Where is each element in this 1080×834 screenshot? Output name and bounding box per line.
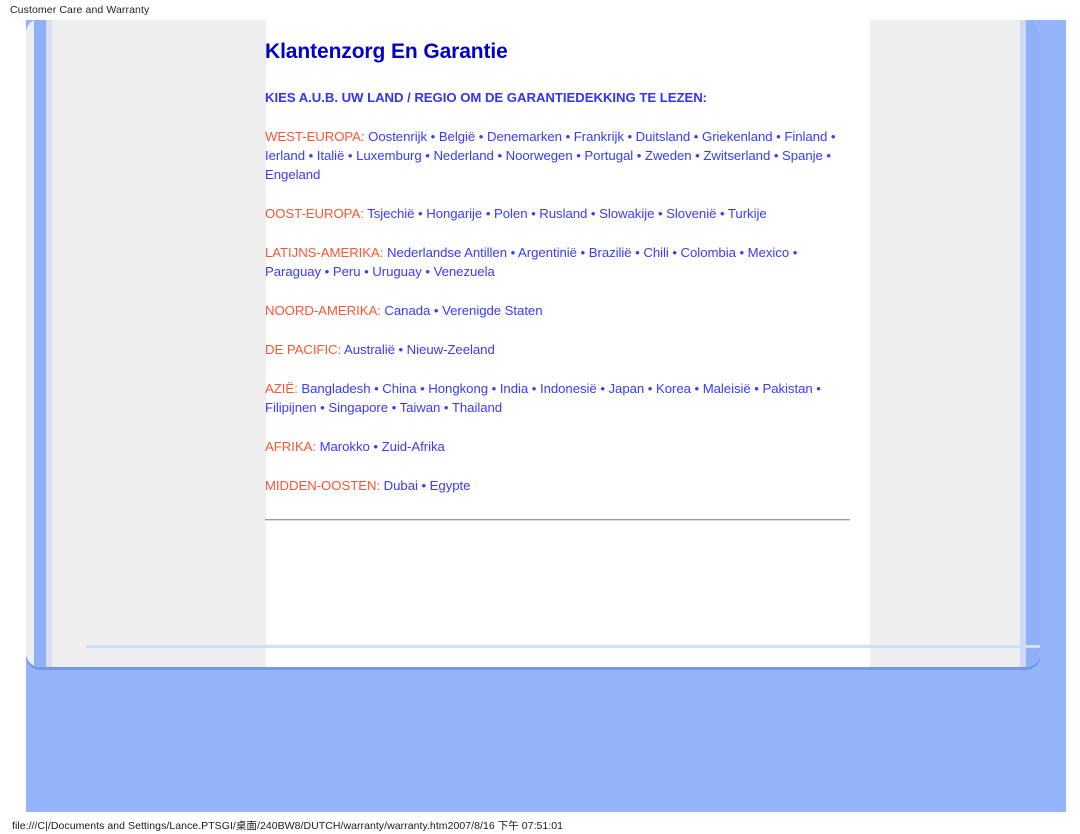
region-group-noord-amerika: NOORD-AMERIKA: Canada • Verenigde Staten [265, 301, 855, 320]
region-group-west-europa: WEST-EUROPA: Oostenrijk • België • Denem… [265, 127, 855, 184]
region-label: AZIË: [265, 381, 302, 397]
right-nav-column [870, 19, 1040, 667]
right-accent-stripe [1026, 19, 1040, 667]
region-label: WEST-EUROPA: [265, 129, 369, 145]
status-file-path: file:///C|/Documents and Settings/Lance.… [12, 820, 448, 832]
region-label: OOST-EUROPA: [265, 206, 368, 222]
region-label: NOORD-AMERIKA: [265, 303, 385, 319]
panel-footer-rule [86, 645, 1040, 648]
region-country-list[interactable]: Bangladesh • China • Hongkong • India • … [265, 381, 821, 415]
region-country-list[interactable]: Marokko • Zuid-Afrika [320, 439, 445, 454]
left-nav-column [26, 19, 266, 667]
region-label: DE PACIFIC: [265, 342, 345, 358]
region-group-afrika: AFRIKA: Marokko • Zuid-Afrika [265, 437, 855, 456]
region-country-list[interactable]: Canada • Verenigde Staten [384, 303, 542, 318]
page-root: Customer Care and Warranty Klantenzorg E… [0, 0, 1080, 834]
region-group-oost-europa: OOST-EUROPA: Tsjechië • Hongarije • Pole… [265, 204, 855, 223]
status-timestamp: 2007/8/16 下午 07:51:01 [447, 820, 564, 832]
region-country-list[interactable]: Australië • Nieuw-Zeeland [344, 342, 495, 357]
region-group-latijns-amerika: LATIJNS-AMERIKA: Nederlandse Antillen • … [265, 243, 855, 281]
region-country-list[interactable]: Tsjechië • Hongarije • Polen • Rusland •… [367, 206, 767, 221]
browser-page-header: Customer Care and Warranty [0, 0, 1080, 20]
region-label: AFRIKA: [265, 439, 320, 455]
browser-header-caption: Customer Care and Warranty [10, 4, 150, 16]
region-group-azie: AZIË: Bangladesh • China • Hongkong • In… [265, 379, 855, 417]
region-group-midden-oosten: MIDDEN-OOSTEN: Dubai • Egypte [265, 476, 855, 495]
left-accent-edge [46, 19, 52, 667]
region-label: LATIJNS-AMERIKA: [265, 245, 388, 261]
region-label: MIDDEN-OOSTEN: [265, 478, 384, 494]
region-country-list[interactable]: Dubai • Egypte [384, 478, 471, 493]
content-divider-rule [265, 519, 850, 521]
region-group-de-pacific: DE PACIFIC: Australië • Nieuw-Zeeland [265, 340, 855, 359]
status-bar-text: file:///C|/Documents and Settings/Lance.… [12, 818, 563, 833]
instruction-text: KIES A.U.B. UW LAND / REGIO OM DE GARANT… [265, 90, 708, 106]
left-accent-stripe [34, 19, 46, 667]
page-title: Klantenzorg En Garantie [265, 40, 508, 63]
browser-status-bar: file:///C|/Documents and Settings/Lance.… [0, 812, 1080, 834]
warranty-document: Klantenzorg En Garantie KIES A.U.B. UW L… [265, 40, 855, 515]
